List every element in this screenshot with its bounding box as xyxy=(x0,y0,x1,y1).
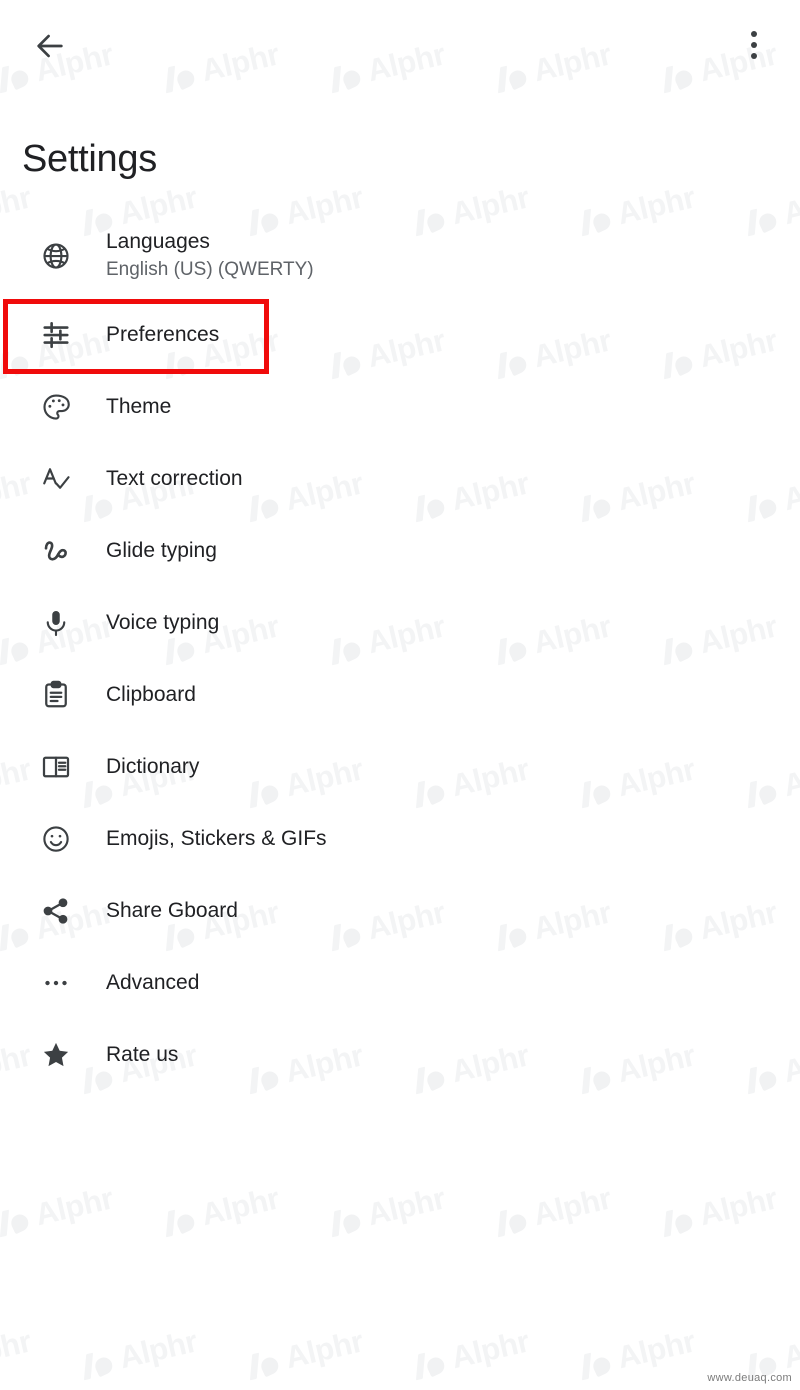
sidebar-item-label: Preferences xyxy=(106,322,220,346)
sidebar-item-label: Theme xyxy=(106,394,172,418)
list-item-text: Clipboard xyxy=(106,682,196,708)
more-vert-icon[interactable] xyxy=(728,16,780,74)
share-icon xyxy=(34,889,78,933)
list-item-text: Preferences xyxy=(106,322,219,348)
list-item-text: Theme xyxy=(106,394,171,420)
list-item-text: Advanced xyxy=(106,970,199,996)
sidebar-item-languages[interactable]: Languages English (US) (QWERTY) xyxy=(0,213,800,299)
sidebar-item-label: Emojis, Stickers & GIFs xyxy=(106,826,327,850)
star-icon xyxy=(34,1033,78,1077)
microphone-icon xyxy=(34,601,78,645)
sidebar-item-theme[interactable]: Theme xyxy=(0,371,800,443)
page-title: Settings xyxy=(22,138,157,180)
overflow-dot xyxy=(751,31,757,37)
sidebar-item-label: Voice typing xyxy=(106,610,220,634)
source-watermark: www.deuaq.com xyxy=(707,1372,792,1384)
list-item-text: Dictionary xyxy=(106,754,199,780)
palette-icon xyxy=(34,385,78,429)
sidebar-item-label: Share Gboard xyxy=(106,898,238,922)
overflow-dot xyxy=(751,42,757,48)
arrow-back-icon xyxy=(33,29,67,63)
gesture-icon xyxy=(34,529,78,573)
emoji-icon xyxy=(34,817,78,861)
sidebar-item-voice-typing[interactable]: Voice typing xyxy=(0,587,800,659)
sidebar-item-label: Clipboard xyxy=(106,682,196,706)
sidebar-item-clipboard[interactable]: Clipboard xyxy=(0,659,800,731)
sidebar-item-preferences[interactable]: Preferences xyxy=(0,299,800,371)
more-horiz-icon xyxy=(34,961,78,1005)
app-bar xyxy=(0,0,800,90)
sidebar-item-label: Rate us xyxy=(106,1042,179,1066)
sidebar-item-label: Glide typing xyxy=(106,538,217,562)
sidebar-item-advanced[interactable]: Advanced xyxy=(0,947,800,1019)
spellcheck-icon xyxy=(34,457,78,501)
sidebar-item-share-gboard[interactable]: Share Gboard xyxy=(0,875,800,947)
list-item-text: Voice typing xyxy=(106,610,219,636)
dictionary-icon xyxy=(34,745,78,789)
sidebar-item-emojis[interactable]: Emojis, Stickers & GIFs xyxy=(0,803,800,875)
list-item-text: Glide typing xyxy=(106,538,217,564)
sidebar-item-sublabel: English (US) (QWERTY) xyxy=(106,259,314,281)
clipboard-icon xyxy=(34,673,78,717)
tune-icon xyxy=(34,313,78,357)
settings-list: Languages English (US) (QWERTY) Preferen… xyxy=(0,213,800,1091)
globe-icon xyxy=(34,234,78,278)
sidebar-item-label: Advanced xyxy=(106,970,200,994)
list-item-text: Share Gboard xyxy=(106,898,238,924)
screen-content: Settings Languages English (US) (QWERTY) xyxy=(0,0,800,1390)
sidebar-item-text-correction[interactable]: Text correction xyxy=(0,443,800,515)
list-item-text: Emojis, Stickers & GIFs xyxy=(106,826,327,852)
back-button[interactable] xyxy=(22,20,78,72)
list-item-text: Languages English (US) (QWERTY) xyxy=(106,229,314,283)
sidebar-item-label: Languages xyxy=(106,230,210,254)
sidebar-item-dictionary[interactable]: Dictionary xyxy=(0,731,800,803)
sidebar-item-glide-typing[interactable]: Glide typing xyxy=(0,515,800,587)
sidebar-item-label: Dictionary xyxy=(106,754,200,778)
list-item-text: Rate us xyxy=(106,1042,178,1068)
list-item-text: Text correction xyxy=(106,466,243,492)
sidebar-item-rate-us[interactable]: Rate us xyxy=(0,1019,800,1091)
sidebar-item-label: Text correction xyxy=(106,466,243,490)
gboard-settings-screen: Alphr Alphr Alphr Alphr Alphr Alphr Alphr Alphr… xyxy=(0,0,800,1390)
overflow-dot xyxy=(751,53,757,59)
